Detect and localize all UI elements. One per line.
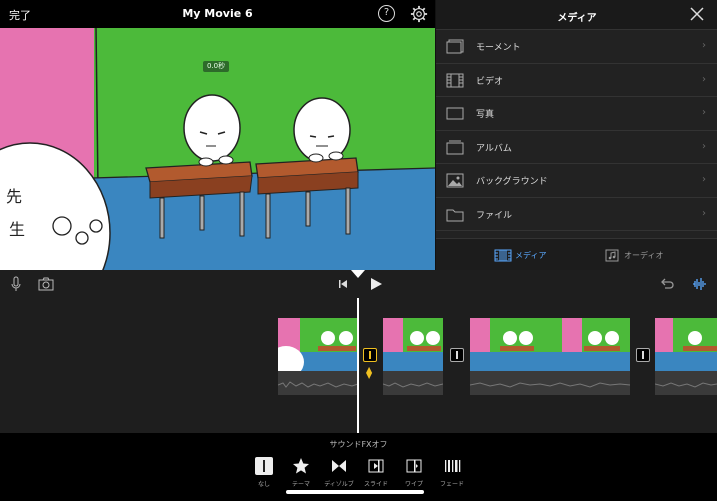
media-item-moments[interactable]: モーメント ›: [436, 30, 717, 64]
folder-icon: [446, 209, 464, 221]
media-item-albums[interactable]: アルバム ›: [436, 131, 717, 164]
photo-icon: [446, 107, 464, 120]
transition-label: ディゾルブ: [324, 481, 354, 488]
tab-media[interactable]: メディア: [494, 249, 546, 263]
audio-waveform: [278, 371, 358, 395]
album-icon: [446, 140, 464, 154]
transition-slide[interactable]: スライド: [358, 457, 394, 488]
playhead-marker-icon: [351, 270, 365, 278]
video-clip[interactable]: [278, 318, 358, 395]
project-title: My Movie 6: [182, 7, 253, 20]
video-clip[interactable]: [655, 318, 717, 395]
transition-label: スライド: [363, 481, 388, 488]
transition-button[interactable]: [450, 348, 464, 362]
undo-icon[interactable]: [659, 276, 675, 292]
transition-selected[interactable]: [363, 348, 377, 362]
transition-dissolve[interactable]: ディゾルブ: [321, 457, 357, 488]
chevron-right-icon: ›: [702, 207, 706, 219]
background-icon: [446, 173, 464, 188]
media-item-photos[interactable]: 写真 ›: [436, 97, 717, 131]
chevron-right-icon: ›: [702, 40, 706, 51]
media-item-label: ファイル: [476, 210, 513, 221]
video-clip[interactable]: [470, 318, 630, 395]
timeline[interactable]: ▲ ▼: [0, 298, 717, 433]
chevron-right-icon: ›: [702, 140, 706, 152]
media-tab-bar: メディア オーディオ: [436, 238, 717, 270]
transition-theme[interactable]: テーマ: [283, 457, 319, 488]
clip-thumbnail: [278, 318, 358, 371]
media-panel-title: メディア: [557, 13, 597, 24]
media-item-backgrounds[interactable]: バックグラウンド ›: [436, 164, 717, 198]
video-clip[interactable]: [383, 318, 443, 395]
transition-none[interactable]: なし: [246, 457, 282, 488]
clip-thumbnail: [655, 318, 717, 371]
slide-icon: [368, 459, 384, 473]
tab-media-label: メディア: [515, 251, 547, 260]
media-item-label: モーメント: [476, 43, 521, 53]
close-icon[interactable]: [690, 7, 704, 21]
gear-icon[interactable]: [410, 5, 428, 23]
chevron-right-icon: ›: [702, 174, 706, 185]
media-panel: メディア モーメント › ビデオ › 写真 › アルバム › バックグラウンド: [435, 0, 717, 270]
skip-to-start-icon[interactable]: [335, 276, 351, 292]
transition-label: テーマ: [291, 481, 310, 488]
help-icon[interactable]: ?: [378, 5, 395, 22]
moments-icon: [446, 39, 464, 54]
teacher-kanji-2: 生: [9, 220, 26, 239]
clip-thumbnail: [470, 318, 630, 371]
transition-label: なし: [257, 481, 270, 488]
teacher-kanji-1: 先: [6, 187, 23, 206]
audio-waveform: [470, 371, 630, 395]
none-icon: [255, 457, 273, 475]
transition-label: フェード: [439, 481, 464, 488]
video-viewer[interactable]: 先 生 0.0秒: [0, 28, 435, 270]
chevron-right-icon: ›: [702, 73, 706, 85]
media-item-label: ビデオ: [476, 76, 504, 87]
star-icon: [293, 458, 309, 474]
audio-waveform-icon[interactable]: [692, 276, 708, 292]
clip-thumbnail: [383, 318, 443, 371]
media-item-video[interactable]: ビデオ ›: [436, 64, 717, 97]
media-header: メディア: [436, 0, 717, 30]
media-item-label: 写真: [476, 110, 495, 120]
time-badge: 0.0秒: [203, 61, 230, 72]
film-strip-icon: [494, 249, 512, 262]
film-icon: [446, 73, 464, 87]
play-icon[interactable]: [368, 276, 384, 292]
fade-icon: [445, 460, 461, 472]
music-note-icon: [605, 249, 619, 262]
tab-audio[interactable]: オーディオ: [603, 249, 663, 263]
home-indicator[interactable]: [286, 490, 424, 494]
selection-arrows-icon: ▲ ▼: [366, 365, 373, 380]
chevron-right-icon: ›: [702, 107, 706, 118]
transition-button[interactable]: [636, 348, 650, 362]
tab-audio-label: オーディオ: [624, 251, 664, 260]
media-item-label: アルバム: [476, 143, 512, 154]
media-category-list: モーメント › ビデオ › 写真 › アルバム › バックグラウンド › ファイ…: [436, 30, 717, 231]
top-bar: 完了 My Movie 6 ?: [0, 0, 435, 28]
transition-wipe[interactable]: ワイプ: [396, 457, 432, 488]
camera-icon[interactable]: [38, 276, 54, 292]
media-item-label: バックグラウンド: [476, 177, 548, 187]
audio-waveform: [383, 371, 443, 395]
audio-waveform: [655, 371, 717, 395]
sound-fx-toggle[interactable]: サウンドFXオフ: [0, 439, 717, 450]
playhead[interactable]: [357, 298, 359, 433]
microphone-icon[interactable]: [8, 276, 24, 292]
wipe-icon: [406, 459, 422, 473]
transition-label: ワイプ: [404, 481, 423, 488]
transition-fade[interactable]: フェード: [434, 457, 470, 488]
dissolve-icon: [332, 460, 346, 472]
transition-picker: サウンドFXオフ なし テーマ ディゾルブ スライド ワイプ フェード: [0, 433, 717, 501]
media-item-files[interactable]: ファイル ›: [436, 198, 717, 231]
